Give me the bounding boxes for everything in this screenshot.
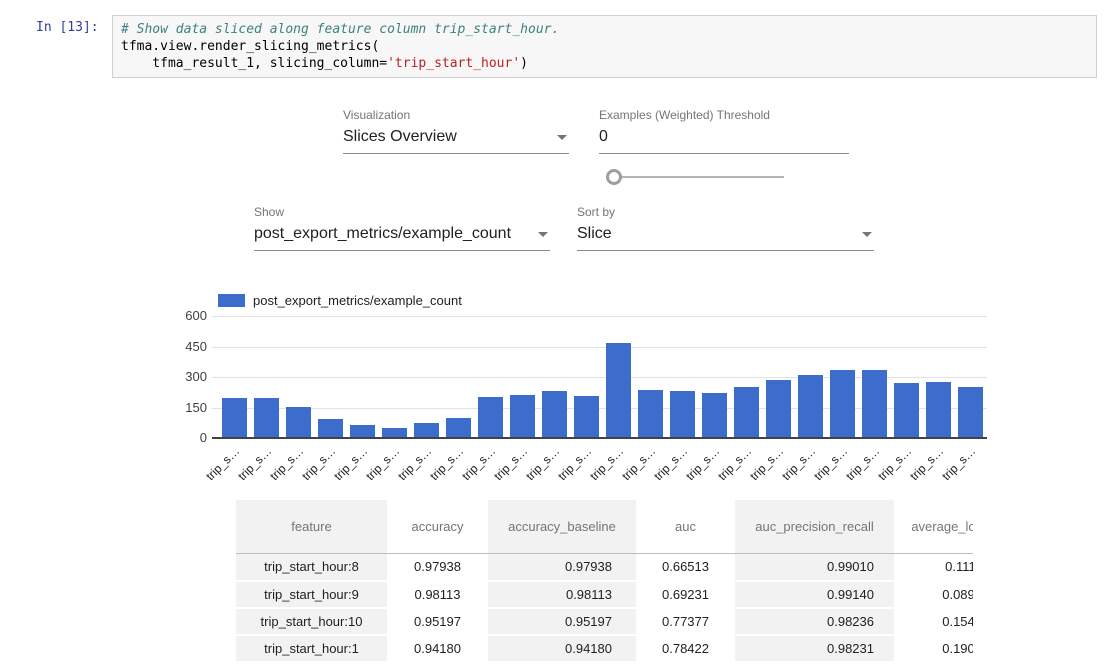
- chart-bar[interactable]: [766, 380, 791, 437]
- y-axis-tick-label: 150: [185, 400, 207, 416]
- table-cell: 0.66513: [636, 554, 735, 581]
- chart-bar[interactable]: [254, 398, 279, 437]
- slices-bar-chart: post_export_metrics/example_count 0 150 30…: [185, 288, 1065, 488]
- input-prompt: In [13]:: [36, 20, 99, 35]
- chart-bar[interactable]: [734, 387, 759, 437]
- table-cell: 0.95197: [387, 608, 488, 635]
- table-row[interactable]: trip_start_hour:100.951970.951970.773770…: [236, 608, 973, 635]
- table-cell: 0.95197: [488, 608, 636, 635]
- table-cell: 0.99140: [735, 581, 894, 608]
- table-cell: 0.98231: [735, 635, 894, 662]
- table-cell: 0.69231: [636, 581, 735, 608]
- table-cell: 0.99010: [735, 554, 894, 581]
- y-axis-tick-label: 300: [185, 369, 207, 385]
- chevron-down-icon: [538, 232, 548, 237]
- chart-bar[interactable]: [350, 425, 375, 437]
- chart-bar[interactable]: [894, 383, 919, 437]
- table-cell: 0.94180: [488, 635, 636, 662]
- metrics-table: featureaccuracyaccuracy_baselineaucauc_p…: [236, 500, 973, 663]
- chart-bar[interactable]: [926, 382, 951, 437]
- chart-bar[interactable]: [798, 375, 823, 437]
- table-header-row: featureaccuracyaccuracy_baselineaucauc_p…: [236, 500, 973, 554]
- threshold-label: Examples (Weighted) Threshold: [599, 108, 849, 124]
- code-string: 'trip_start_hour': [387, 56, 520, 71]
- threshold-value: 0: [599, 128, 608, 146]
- table-cell: 0.98236: [735, 608, 894, 635]
- metrics-table-container: featureaccuracyaccuracy_baselineaucauc_p…: [236, 500, 973, 668]
- chart-bar[interactable]: [318, 419, 343, 437]
- chart-bar[interactable]: [382, 428, 407, 437]
- table-cell: 0.1901: [894, 635, 973, 662]
- threshold-input[interactable]: Examples (Weighted) Threshold 0: [599, 108, 849, 154]
- sort-label: Sort by: [577, 205, 874, 221]
- table-cell: trip_start_hour:8: [236, 554, 387, 581]
- slider-track: [615, 176, 784, 178]
- table-row[interactable]: trip_start_hour:10.941800.941800.784220.…: [236, 635, 973, 662]
- table-cell: 0.97938: [488, 554, 636, 581]
- slider-handle[interactable]: [606, 169, 622, 185]
- chart-bar[interactable]: [830, 370, 855, 438]
- chart-bar[interactable]: [222, 398, 247, 437]
- code-comment: # Show data sliced along feature column …: [121, 22, 559, 37]
- show-value: post_export_metrics/example_count: [254, 225, 511, 243]
- y-axis-tick-label: 600: [185, 308, 207, 324]
- gridline: [212, 347, 987, 348]
- show-select[interactable]: Show post_export_metrics/example_count: [254, 205, 550, 251]
- chart-bar[interactable]: [702, 393, 727, 437]
- column-header[interactable]: average_loss: [894, 500, 973, 554]
- legend-color-swatch: [218, 294, 245, 307]
- table-row[interactable]: trip_start_hour:90.981130.981130.692310.…: [236, 581, 973, 608]
- threshold-slider[interactable]: [606, 169, 784, 185]
- sort-value: Slice: [577, 225, 612, 243]
- chart-plot-area: [212, 316, 987, 438]
- chevron-down-icon: [862, 232, 872, 237]
- table-cell: 0.78422: [636, 635, 735, 662]
- chart-bar[interactable]: [446, 418, 471, 437]
- chart-bar[interactable]: [862, 370, 887, 438]
- chart-bar[interactable]: [574, 396, 599, 437]
- table-cell: trip_start_hour:10: [236, 608, 387, 635]
- code-line: tfma.view.render_slicing_metrics(: [121, 39, 379, 54]
- code-cell[interactable]: # Show data sliced along feature column …: [112, 15, 1097, 78]
- code-line: ): [520, 56, 528, 71]
- table-row[interactable]: trip_start_hour:80.979380.979380.665130.…: [236, 554, 973, 581]
- table-cell: 0.1541: [894, 608, 973, 635]
- chart-bar[interactable]: [670, 391, 695, 437]
- column-header[interactable]: auc: [636, 500, 735, 554]
- legend-label: post_export_metrics/example_count: [253, 293, 462, 308]
- chart-bar[interactable]: [542, 391, 567, 437]
- table-cell: trip_start_hour:9: [236, 581, 387, 608]
- table-cell: 0.98113: [387, 581, 488, 608]
- chevron-down-icon: [557, 135, 567, 140]
- table-cell: 0.94180: [387, 635, 488, 662]
- chart-bar[interactable]: [478, 397, 503, 437]
- chart-bar[interactable]: [958, 387, 983, 437]
- chart-bar[interactable]: [606, 343, 631, 437]
- column-header[interactable]: accuracy_baseline: [488, 500, 636, 554]
- chart-bar[interactable]: [638, 390, 663, 437]
- show-label: Show: [254, 205, 550, 221]
- table-cell: 0.97938: [387, 554, 488, 581]
- table-cell: 0.0892: [894, 581, 973, 608]
- x-axis-line: [212, 437, 987, 439]
- y-axis-tick-label: 450: [185, 339, 207, 355]
- table-cell: trip_start_hour:1: [236, 635, 387, 662]
- column-header[interactable]: accuracy: [387, 500, 488, 554]
- visualization-value: Slices Overview: [343, 128, 457, 146]
- chart-bar[interactable]: [286, 407, 311, 437]
- y-axis-tick-label: 0: [185, 430, 207, 446]
- column-header[interactable]: auc_precision_recall: [735, 500, 894, 554]
- table-cell: 0.77377: [636, 608, 735, 635]
- gridline: [212, 316, 987, 317]
- table-cell: 0.98113: [488, 581, 636, 608]
- visualization-select[interactable]: Visualization Slices Overview: [343, 108, 569, 154]
- sort-select[interactable]: Sort by Slice: [577, 205, 874, 251]
- chart-bar[interactable]: [510, 395, 535, 437]
- table-cell: 0.1111: [894, 554, 973, 581]
- chart-bar[interactable]: [414, 423, 439, 437]
- code-line: tfma_result_1, slicing_column=: [121, 56, 387, 71]
- column-header[interactable]: feature: [236, 500, 387, 554]
- visualization-label: Visualization: [343, 108, 569, 124]
